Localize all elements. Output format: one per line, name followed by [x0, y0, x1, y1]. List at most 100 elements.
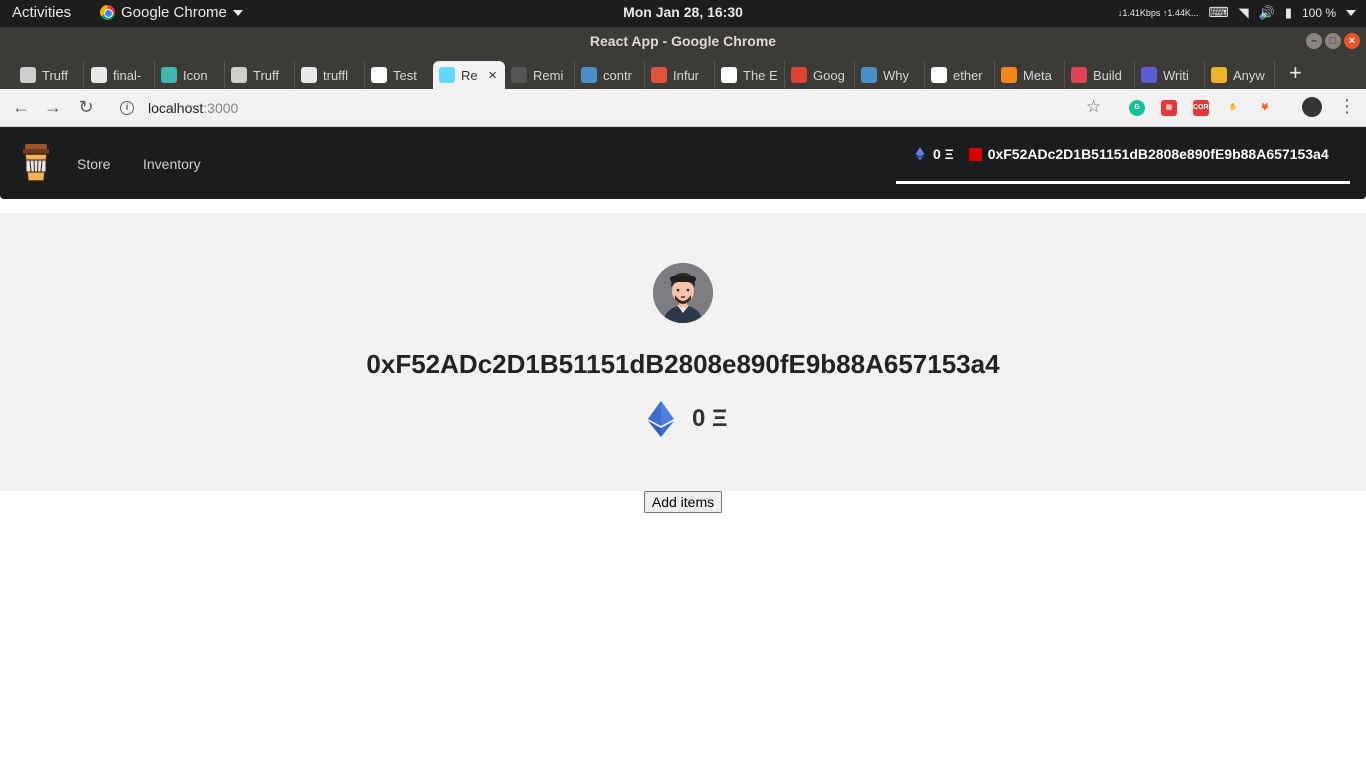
github-icon: [301, 67, 317, 83]
add-items-button[interactable]: Add items: [644, 491, 722, 513]
ethereum-icon: [511, 67, 527, 83]
tab-label: Goog: [813, 67, 845, 83]
clock[interactable]: Mon Jan 28, 16:30: [623, 4, 743, 20]
coffee-cup-logo-icon[interactable]: [22, 143, 50, 183]
browser-tab[interactable]: Goog: [785, 61, 855, 89]
forward-icon[interactable]: →: [42, 97, 64, 118]
browser-tab[interactable]: Remi: [505, 61, 575, 89]
tab-strip: Truff final- Icon Truff truffl Test Re × Remi con…: [0, 55, 1366, 89]
tab-label: Infur: [673, 67, 700, 83]
cors-icon[interactable]: CORS: [1193, 100, 1213, 116]
tab-label: Build: [1093, 67, 1122, 83]
ethereum-se-icon: [581, 67, 597, 83]
browser-tab[interactable]: Writi: [1135, 61, 1205, 89]
tab-label: Anyw: [1233, 67, 1265, 83]
github-icon: [91, 67, 107, 83]
profile-balance-value: 0 Ξ: [692, 405, 728, 432]
browser-tab[interactable]: Meta: [995, 61, 1065, 89]
bookmark-star-icon[interactable]: ☆: [1086, 97, 1101, 117]
browser-tab[interactable]: Truff: [225, 61, 295, 89]
url-port: :3000: [203, 100, 239, 116]
tab-label: truffl: [323, 67, 349, 83]
medium-icon: [371, 67, 387, 83]
browser-tab[interactable]: Build: [1065, 61, 1135, 89]
paw-icon[interactable]: ✋: [1225, 100, 1241, 116]
tab-label: ether: [953, 67, 983, 83]
w-icon: [1211, 67, 1227, 83]
react-icon: [439, 67, 455, 83]
wallet-info[interactable]: 0 Ξ 0xF52ADc2D1B51151dB2808e890fE9b88A65…: [896, 127, 1350, 184]
close-button[interactable]: ×: [1344, 33, 1360, 49]
grammarly-icon[interactable]: G: [1129, 100, 1145, 116]
battery-level: 100 %: [1301, 5, 1336, 20]
address-bar[interactable]: i localhost:3000: [112, 93, 1112, 123]
tab-label: Test: [393, 67, 417, 83]
url-host: localhost: [148, 100, 204, 116]
browser-tab[interactable]: Anyw: [1205, 61, 1275, 89]
navbar-balance: 0 Ξ: [933, 146, 954, 162]
user-avatar-icon: [653, 263, 713, 323]
ethereum-se-icon: [861, 67, 877, 83]
browser-tab[interactable]: Infur: [645, 61, 715, 89]
tab-label: The E: [743, 67, 778, 83]
browser-tab[interactable]: ether: [925, 61, 995, 89]
browser-tab[interactable]: contr: [575, 61, 645, 89]
nav-store-link[interactable]: Store: [77, 156, 110, 172]
truffle-icon: [20, 67, 36, 83]
tab-label: Why: [883, 67, 909, 83]
network-speed: ↓1.41Kbps ↑1.44K...: [1117, 7, 1199, 18]
tab-close-icon[interactable]: ×: [488, 67, 497, 84]
tab-label: final-: [113, 67, 142, 83]
tab-label: Writi: [1163, 67, 1189, 83]
tab-label: Meta: [1023, 67, 1052, 83]
chevron-down-icon: [1346, 9, 1356, 16]
openzeppelin-icon: [1071, 67, 1087, 83]
activities-button[interactable]: Activities: [12, 4, 71, 21]
browser-tab[interactable]: Truff: [14, 61, 84, 89]
reload-icon[interactable]: ↻: [75, 97, 97, 118]
browser-tab[interactable]: Icon: [155, 61, 225, 89]
browser-tab[interactable]: Re ×: [433, 61, 505, 89]
tab-label: Icon: [183, 67, 208, 83]
medium-icon: [721, 67, 737, 83]
browser-toolbar: ← → ↻ i localhost:3000 ☆ G ▦ CORS ✋ 🦊 ⋮: [0, 89, 1366, 127]
tab-label: Re: [461, 67, 478, 83]
maximize-button[interactable]: □: [1325, 33, 1341, 49]
browser-tab[interactable]: Test: [365, 61, 435, 89]
profile-avatar[interactable]: [1302, 97, 1322, 117]
new-tab-button[interactable]: +: [1289, 60, 1302, 86]
keyboard-layout-icon[interactable]: ⌨: [1208, 4, 1228, 21]
window-title-bar: React App - Google Chrome – □ ×: [0, 27, 1366, 55]
tab-label: contr: [603, 67, 632, 83]
app-name: Google Chrome: [121, 4, 227, 21]
window-title: React App - Google Chrome: [589, 33, 777, 49]
metamask-icon[interactable]: 🦊: [1257, 100, 1273, 116]
back-icon[interactable]: ←: [10, 97, 32, 118]
browser-tab[interactable]: Why: [855, 61, 925, 89]
browser-tab[interactable]: The E: [715, 61, 785, 89]
infura-icon: [651, 67, 667, 83]
menu-icon[interactable]: ⋮: [1338, 96, 1356, 117]
tab-label: Truff: [42, 67, 69, 83]
app-menu[interactable]: Google Chrome: [100, 4, 243, 21]
ethereum-icon: [915, 147, 925, 161]
profile-address: 0xF52ADc2D1B51151dB2808e890fE9b88A657153…: [366, 349, 1000, 379]
ethereum-icon: [648, 401, 674, 437]
google-icon: [931, 67, 947, 83]
tab-label: Truff: [253, 67, 280, 83]
nav-inventory-link[interactable]: Inventory: [143, 156, 201, 172]
volume-icon: 🔊: [1258, 4, 1275, 20]
browser-tab[interactable]: truffl: [295, 61, 365, 89]
ext-red-icon[interactable]: ▦: [1161, 100, 1177, 116]
navbar-address: 0xF52ADc2D1B51151dB2808e890fE9b88A657153…: [987, 146, 1329, 162]
openjs-icon: [1141, 67, 1157, 83]
app-navbar: Store Inventory 0 Ξ 0xF52ADc2D1B51151dB2…: [0, 127, 1366, 199]
metamask-icon: [1001, 67, 1017, 83]
profile-section: 0xF52ADc2D1B51151dB2808e890fE9b88A657153…: [0, 213, 1366, 491]
minimize-button[interactable]: –: [1306, 33, 1322, 49]
browser-tab[interactable]: final-: [85, 61, 155, 89]
system-tray[interactable]: ↓1.41Kbps ↑1.44K... ⌨ ◥ 🔊 ▮ 100 %: [1118, 4, 1356, 21]
account-identicon: [968, 147, 982, 161]
battery-icon: ▮: [1284, 4, 1292, 20]
info-icon[interactable]: i: [120, 101, 134, 115]
